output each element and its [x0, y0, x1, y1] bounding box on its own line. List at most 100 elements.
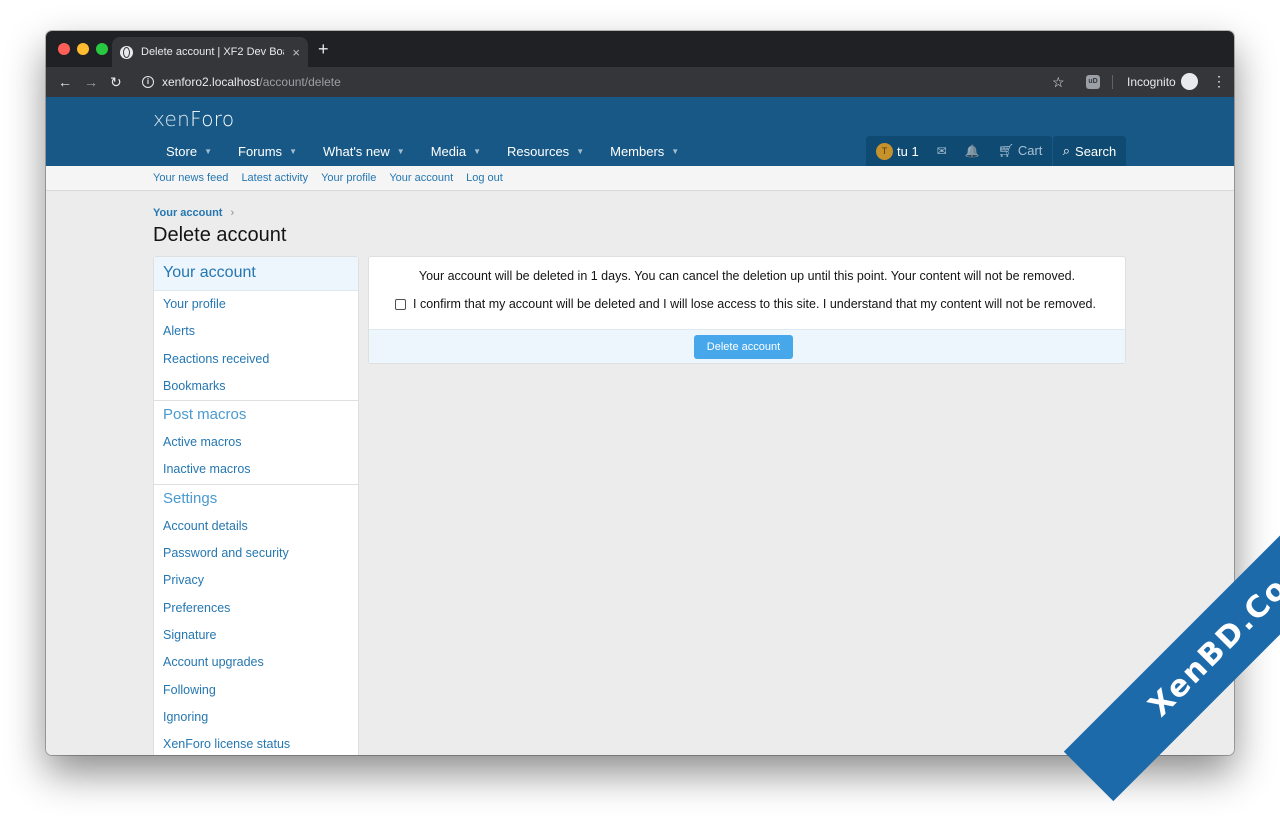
sidebar-item-privacy[interactable]: Privacy — [154, 567, 358, 594]
browser-window: Delete account | XF2 Dev Boar × + ← → ↻ … — [46, 31, 1234, 755]
delete-account-form: Your account will be deleted in 1 days. … — [368, 256, 1126, 364]
sidebar-item-signature[interactable]: Signature — [154, 622, 358, 649]
sidebar-item-ignoring[interactable]: Ignoring — [154, 704, 358, 731]
nav-members[interactable]: Members ▼ — [597, 137, 692, 166]
subnav-latest-activity[interactable]: Latest activity — [241, 172, 308, 184]
tab-close-icon[interactable]: × — [292, 45, 300, 60]
sub-nav: Your news feed Latest activity Your prof… — [46, 166, 1234, 191]
account-sidebar: Your account Your profile Alerts Reactio… — [153, 256, 359, 755]
sidebar-group-post-macros: Post macros Active macros Inactive macro… — [154, 401, 358, 485]
browser-tab-active[interactable]: Delete account | XF2 Dev Boar × — [112, 37, 308, 67]
nav-whats-new[interactable]: What's new ▼ — [310, 137, 418, 166]
subnav-your-profile[interactable]: Your profile — [321, 172, 376, 184]
sidebar-item-password-security[interactable]: Password and security — [154, 540, 358, 567]
extension-shield-icon[interactable]: uD — [1086, 75, 1100, 89]
close-window-dot[interactable] — [58, 43, 70, 55]
subnav-log-out[interactable]: Log out — [466, 172, 503, 184]
info-icon[interactable]: i — [142, 76, 154, 88]
logo-part-foro: Foro — [190, 107, 235, 131]
sidebar-heading: Post macros — [163, 406, 247, 424]
nav-store[interactable]: Store ▼ — [153, 137, 225, 166]
nav-forums[interactable]: Forums ▼ — [225, 137, 310, 166]
avatar: T — [876, 142, 893, 160]
nav-media[interactable]: Media ▼ — [418, 137, 494, 166]
toolbar-divider — [1112, 75, 1113, 89]
url-host: xenforo2.localhost — [162, 75, 260, 89]
sidebar-heading[interactable]: Your account — [154, 257, 358, 291]
address-bar[interactable]: i xenforo2.localhost/account/delete — [142, 71, 842, 93]
sidebar-heading: Settings — [163, 489, 218, 507]
cart-label: Cart — [1017, 143, 1043, 158]
search-icon: ⌕ — [1062, 143, 1071, 158]
globe-icon — [120, 45, 133, 59]
nav-label: Store — [166, 144, 198, 159]
form-body: Your account will be deleted in 1 days. … — [369, 257, 1125, 329]
incognito-label: Incognito — [1127, 75, 1176, 89]
nav-label: Media — [430, 144, 467, 159]
confirm-label[interactable]: I confirm that my account will be delete… — [413, 297, 1096, 311]
tab-title: Delete account | XF2 Dev Boar — [141, 46, 285, 58]
sidebar-group-settings: Settings Account details Password and se… — [154, 485, 358, 755]
delete-account-button[interactable]: Delete account — [694, 335, 793, 359]
web-page: xenForo Store ▼ Forums ▼ What's new ▼ Media… — [46, 97, 1234, 755]
confirm-row[interactable]: I confirm that my account will be delete… — [369, 297, 1125, 311]
caret-down-icon[interactable]: ▼ — [204, 137, 212, 166]
deletion-notice: Your account will be deleted in 1 days. … — [418, 269, 1076, 283]
sidebar-item-inactive-macros[interactable]: Inactive macros — [154, 456, 358, 483]
browser-tab-strip: Delete account | XF2 Dev Boar × + — [46, 31, 1234, 67]
bell-icon[interactable]: 🔔 — [965, 144, 980, 158]
nav-label: Forums — [238, 144, 283, 159]
sidebar-group-your-account: Your account Your profile Alerts Reactio… — [154, 257, 358, 402]
incognito-icon[interactable] — [1181, 73, 1198, 90]
xenforo-logo[interactable]: xenForo — [153, 107, 234, 131]
caret-down-icon[interactable]: ▼ — [397, 137, 405, 166]
form-footer: Delete account — [369, 329, 1125, 363]
caret-down-icon[interactable]: ▼ — [473, 137, 481, 166]
nav-label: Resources — [507, 144, 570, 159]
search-label: Search — [1075, 143, 1117, 159]
bookmark-star-icon[interactable]: ☆ — [1052, 73, 1065, 91]
url-text[interactable]: xenforo2.localhost/account/delete — [162, 75, 341, 89]
minimize-window-dot[interactable] — [77, 43, 89, 55]
sidebar-item-preferences[interactable]: Preferences — [154, 595, 358, 622]
sidebar-item-account-upgrades[interactable]: Account upgrades — [154, 649, 358, 676]
cart-link[interactable]: 🛒︎ Cart — [998, 143, 1043, 159]
search-button[interactable]: ⌕ Search — [1053, 136, 1126, 166]
sidebar-item-account-details[interactable]: Account details — [154, 513, 358, 540]
caret-down-icon[interactable]: ▼ — [576, 137, 584, 166]
chevron-right-icon: › — [230, 207, 235, 219]
main-nav: Store ▼ Forums ▼ What's new ▼ Media ▼ Resour… — [153, 137, 692, 166]
subnav-your-account[interactable]: Your account — [389, 172, 453, 184]
user-name: tu 1 — [897, 143, 919, 159]
inbox-icon[interactable]: ✉ — [937, 144, 947, 158]
caret-down-icon[interactable]: ▼ — [671, 137, 679, 166]
forward-arrow-icon[interactable]: → — [84, 73, 98, 91]
nav-resources[interactable]: Resources ▼ — [494, 137, 597, 166]
nav-label: What's new — [322, 144, 390, 159]
subnav-news-feed[interactable]: Your news feed — [153, 172, 228, 184]
sidebar-item-license-status[interactable]: XenForo license status — [154, 731, 358, 755]
nav-label: Members — [610, 144, 665, 159]
sidebar-item-reactions-received[interactable]: Reactions received — [154, 346, 358, 373]
new-tab-button[interactable]: + — [318, 39, 329, 59]
confirm-checkbox[interactable] — [395, 298, 406, 310]
page-title: Delete account — [153, 224, 287, 246]
browser-menu-icon[interactable]: ⋮ — [1212, 73, 1226, 90]
maximize-window-dot[interactable] — [96, 43, 108, 55]
sidebar-item-bookmarks[interactable]: Bookmarks — [154, 373, 358, 400]
logo-part-xen: xen — [153, 107, 191, 131]
sidebar-item-following[interactable]: Following — [154, 677, 358, 704]
user-toolbar: Ttu 1 ✉ 🔔 🛒︎ Cart — [866, 136, 1053, 166]
caret-down-icon[interactable]: ▼ — [289, 137, 297, 166]
breadcrumb-your-account[interactable]: Your account — [153, 207, 222, 219]
sidebar-item-alerts[interactable]: Alerts — [154, 318, 358, 345]
url-path: /account/delete — [259, 75, 341, 89]
site-header: xenForo Store ▼ Forums ▼ What's new ▼ Media… — [46, 97, 1234, 166]
user-menu-link[interactable]: Ttu 1 — [876, 142, 919, 160]
breadcrumb: Your account › — [153, 207, 234, 219]
back-arrow-icon[interactable]: ← — [58, 73, 72, 91]
sidebar-item-active-macros[interactable]: Active macros — [154, 429, 358, 456]
reload-icon[interactable]: ↻ — [110, 73, 122, 91]
sidebar-item-your-profile[interactable]: Your profile — [154, 291, 358, 318]
browser-toolbar: ← → ↻ i xenforo2.localhost/account/delet… — [46, 67, 1234, 97]
